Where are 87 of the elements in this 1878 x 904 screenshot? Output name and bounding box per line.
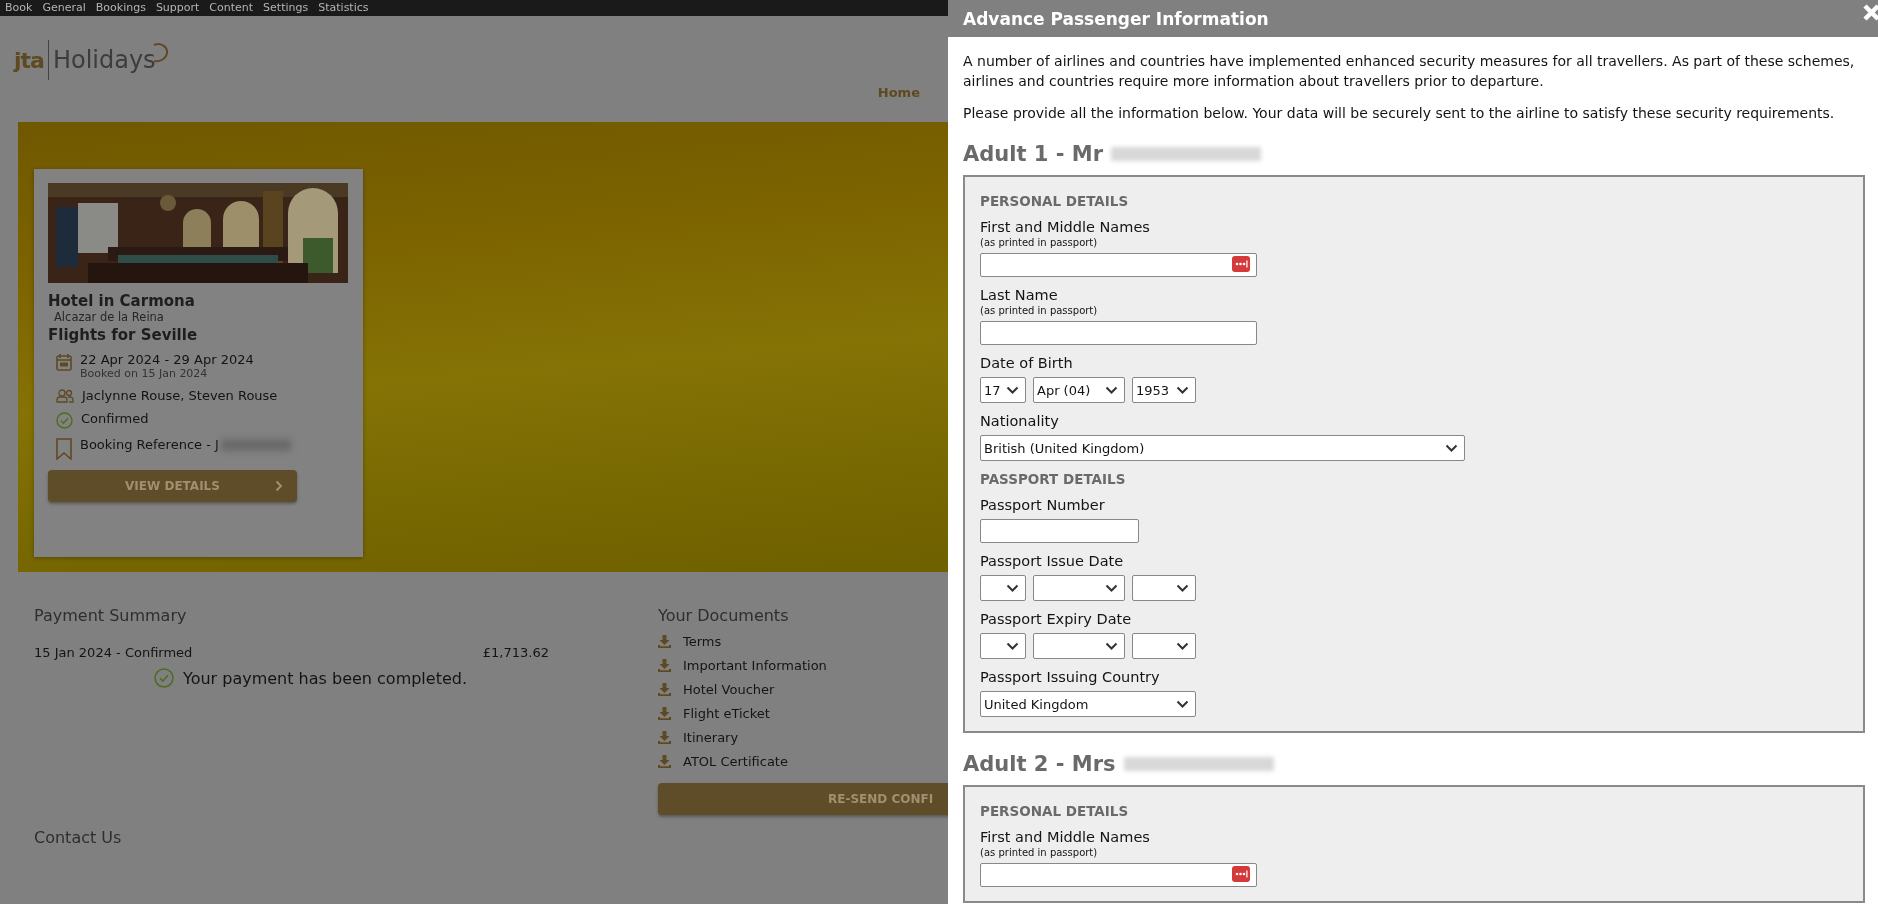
chevron-down-icon: [1176, 584, 1189, 592]
chevron-down-icon: [1105, 642, 1118, 650]
download-icon: [658, 683, 671, 696]
field-label: First and Middle Names: [980, 218, 1151, 237]
download-icon: [658, 635, 671, 648]
section-heading: PERSONAL DETAILS: [980, 803, 1130, 819]
chevron-down-icon: [1006, 584, 1019, 592]
booking-detail: Booking Reference - J: [80, 437, 219, 452]
chevron-right-icon: [275, 480, 283, 492]
password-manager-icon[interactable]: [1232, 256, 1250, 272]
people-icon: [56, 389, 74, 403]
chevron-down-icon: [1176, 700, 1189, 708]
chevron-down-icon: [1006, 642, 1019, 650]
input-field[interactable]: [980, 321, 1257, 345]
menu-item[interactable]: Settings: [263, 1, 309, 15]
input-field[interactable]: [980, 863, 1257, 887]
booking-detail: 22 Apr 2024 - 29 Apr 2024: [80, 352, 254, 367]
section-heading: PERSONAL DETAILS: [980, 193, 1130, 209]
intro-text: Please provide all the information below. Your data will be securely sent to the airline to satisfy these security requirements.: [963, 104, 1836, 123]
payment-message: Your payment has been completed.: [183, 668, 467, 688]
hotel-name: Alcazar de la Reina: [54, 310, 165, 324]
document-link[interactable]: ATOL Certificate: [683, 754, 788, 769]
input-field[interactable]: [980, 253, 1257, 277]
section-title: Your Documents: [658, 606, 790, 625]
section-title: Payment Summary: [34, 606, 188, 625]
document-link[interactable]: Flight eTicket: [683, 706, 770, 721]
field-label: Nationality: [980, 412, 1060, 431]
field-label: Passport Issue Date: [980, 552, 1125, 571]
payment-label: 15 Jan 2024 - Confirmed: [34, 645, 193, 660]
dropdown[interactable]: British (United Kingdom): [980, 435, 1465, 461]
dropdown[interactable]: 17: [980, 377, 1026, 403]
menu-item[interactable]: Support: [155, 1, 200, 15]
booking-detail: Jaclynne Rouse, Steven Rouse: [82, 388, 278, 403]
password-manager-icon[interactable]: [1232, 866, 1250, 882]
chevron-down-icon: [1006, 386, 1019, 394]
booking-detail: Confirmed: [81, 411, 149, 426]
field-label: Date of Birth: [980, 354, 1074, 373]
dropdown[interactable]: [1033, 633, 1125, 659]
field-label: Passport Number: [980, 496, 1106, 515]
dropdown[interactable]: [1132, 633, 1196, 659]
section-title: Contact Us: [34, 828, 122, 847]
document-link[interactable]: Important Information: [683, 658, 827, 673]
dialog-title: Advance Passenger Information: [963, 8, 1269, 29]
field-label: Passport Issuing Country: [980, 668, 1161, 687]
dropdown[interactable]: [1033, 575, 1125, 601]
calendar-icon: [56, 353, 72, 371]
dropdown[interactable]: [1132, 575, 1196, 601]
dropdown[interactable]: [980, 633, 1026, 659]
field-hint: (as printed in passport): [980, 237, 1099, 249]
field-label: First and Middle Names: [980, 828, 1151, 847]
flights-title: Flights for Seville: [48, 326, 199, 344]
input-field[interactable]: [980, 519, 1139, 543]
menu-item[interactable]: Bookings: [95, 1, 146, 15]
dropdown[interactable]: 1953: [1132, 377, 1196, 403]
document-link[interactable]: Itinerary: [683, 730, 739, 745]
dropdown[interactable]: United Kingdom: [980, 691, 1196, 717]
document-link[interactable]: Terms: [683, 634, 722, 649]
menu-item[interactable]: Book: [5, 1, 33, 15]
dropdown[interactable]: Apr (04): [1033, 377, 1125, 403]
dropdown[interactable]: [980, 575, 1026, 601]
passenger-heading: Adult 1 - Mr: [963, 141, 1103, 167]
field-label: Last Name: [980, 286, 1059, 305]
field-hint: (as printed in passport): [980, 305, 1099, 317]
check-circle-icon: [154, 668, 174, 688]
section-heading: PASSPORT DETAILS: [980, 471, 1127, 487]
intro-text: A number of airlines and countries have implemented enhanced security measures for all travellers. As part of these schemes, airlines and countries require more information about travellers prior to departure.: [963, 52, 1856, 91]
download-icon: [658, 707, 671, 720]
chevron-down-icon: [1445, 444, 1458, 452]
download-icon: [658, 755, 671, 768]
bookmark-icon: [56, 438, 72, 460]
chevron-down-icon: [1105, 386, 1118, 394]
download-icon: [658, 659, 671, 672]
chevron-down-icon: [1105, 584, 1118, 592]
passenger-heading: Adult 2 - Mrs: [963, 751, 1116, 777]
download-icon: [658, 731, 671, 744]
chevron-down-icon: [1176, 642, 1189, 650]
menu-item[interactable]: Statistics: [318, 1, 369, 15]
hotel-title: Hotel in Carmona: [48, 292, 196, 310]
document-link[interactable]: Hotel Voucher: [683, 682, 775, 697]
booked-date: Booked on 15 Jan 2024: [80, 367, 209, 380]
menu-item[interactable]: General: [42, 1, 86, 15]
field-label: Passport Expiry Date: [980, 610, 1133, 629]
chevron-down-icon: [1176, 386, 1189, 394]
payment-amount: £1,713.62: [482, 645, 549, 660]
check-circle-icon: [56, 412, 73, 429]
menu-item[interactable]: Content: [209, 1, 254, 15]
field-hint: (as printed in passport): [980, 847, 1099, 859]
